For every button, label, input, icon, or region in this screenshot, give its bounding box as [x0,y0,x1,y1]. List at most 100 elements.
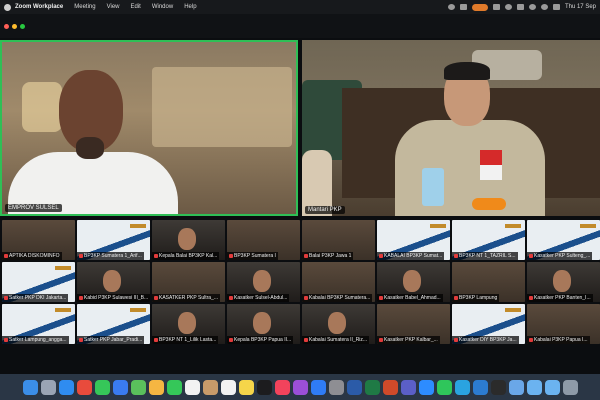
participant-tile[interactable]: Satker Lampung_angga... [2,304,75,344]
participant-tile[interactable]: BP3KP Sumatera 1_Arif... [77,220,150,260]
terminal-icon[interactable] [490,379,506,395]
podcasts-icon[interactable] [292,379,308,395]
calendar-icon[interactable] [184,379,200,395]
preview-icon[interactable] [508,379,524,395]
participant-tile[interactable]: Satker PKP DKI Jakarta... [2,262,75,302]
status-icon[interactable] [459,4,467,10]
mic-off-icon [79,254,83,258]
appstore-icon[interactable] [310,379,326,395]
downloads-icon[interactable] [544,379,560,395]
participant-tile[interactable]: BP3KP NT 1_Lilik Lasta... [152,304,225,344]
apple-icon[interactable] [4,3,11,11]
fruit [472,198,506,210]
chrome-icon[interactable] [76,379,92,395]
gallery-grid: APTIKA DISKOMINFO BP3KP Sumatera 1_Arif..… [0,220,600,344]
excel-icon[interactable] [364,379,380,395]
mic-off-icon [229,254,233,258]
finder-icon[interactable] [22,379,38,395]
status-icon[interactable] [447,4,455,10]
folder-icon[interactable] [526,379,542,395]
participant-name-label: BP3KP NT 1_TAZRIL S... [452,252,518,260]
zoom-icon[interactable] [418,379,434,395]
teams-icon[interactable] [400,379,416,395]
participant-tile[interactable]: Kasatker Babel_Ahmad... [377,262,450,302]
participant-name: Kasatker Sulsel-Abdul... [234,295,288,301]
participant-name: Satker Lampung_angga... [9,337,67,343]
menu-edit[interactable]: Edit [131,4,141,10]
participant-tile[interactable]: Kepala BP3KP Papua II... [227,304,300,344]
mic-off-icon [454,254,458,258]
participant-tile[interactable]: BP3KP Lampung [452,262,525,302]
participant-name-label: Kabid P3KP Sulawesi III_B... [77,294,150,302]
word-icon[interactable] [346,379,362,395]
mic-off-icon [154,296,158,300]
participant-tile[interactable]: APTIKA DISKOMINFO [2,220,75,260]
participant-tile[interactable]: Kabalai Sumatera II_Riz... [302,304,375,344]
mail-icon[interactable] [112,379,128,395]
search-icon[interactable] [540,4,548,10]
participant-name-label: Kabalai P3KP Papua I... [527,336,590,344]
fullscreen-window-button[interactable] [20,23,25,29]
tv-icon[interactable] [256,379,272,395]
clock[interactable]: Thu 17 Sep [565,4,596,10]
trash-icon[interactable] [562,379,578,395]
participant-tile[interactable]: Kasatker PKP Banten_I... [527,262,600,302]
maps-icon[interactable] [130,379,146,395]
water-bottles [422,168,444,206]
participant-tile[interactable]: KABALAI BP3KP Sumat... [377,220,450,260]
vscode-icon[interactable] [472,379,488,395]
menu-app-name[interactable]: Zoom Workplace [15,4,63,10]
settings-icon[interactable] [328,379,344,395]
participant-tile[interactable]: KASATKER PKP Sultra_... [152,262,225,302]
participant-tile[interactable]: Kasatker Sulsel-Abdul... [227,262,300,302]
speaker-tile[interactable]: Mantari PKP [302,40,600,216]
notes-icon[interactable] [238,379,254,395]
participant-tile[interactable]: Kepala Balai BP3KP Kal... [152,220,225,260]
participant-tile[interactable]: Satker PKP Jabar_Pradi... [77,304,150,344]
participant-tile[interactable]: Kasatker PKP Kalbar_... [377,304,450,344]
participant-name-label: APTIKA DISKOMINFO [2,252,62,260]
macos-menu-bar: Zoom Workplace Meeting View Edit Window … [0,0,600,14]
photos-icon[interactable] [148,379,164,395]
whatsapp-icon[interactable] [436,379,452,395]
participant-name: Satker PKP DKI Jakarta... [9,295,67,301]
mic-off-icon [304,296,308,300]
participant-tile[interactable]: Kabalai BP3KP Sumatera... [302,262,375,302]
menu-window[interactable]: Window [152,4,173,10]
participant-tile[interactable]: Balai P3KP Jawa 1 [302,220,375,260]
participant-name: Kabid P3KP Sulawesi III_B... [84,295,149,301]
participant-name: BP3KP NT 1_Lilik Lasta... [159,337,217,343]
participant-name-label: Kabalai BP3KP Sumatera... [302,294,373,302]
active-speaker-tile[interactable]: EMPROV SULSEL [0,40,298,216]
telegram-icon[interactable] [454,379,470,395]
participant-name-label: Kasatker PKP Kalbar_... [377,336,440,344]
participant-name-label: Kasatker PKP Banten_I... [527,294,593,302]
participant-tile[interactable]: BP3KP Sumatera I [227,220,300,260]
menu-view[interactable]: View [107,4,120,10]
facetime-icon[interactable] [166,379,182,395]
screen-recording-icon[interactable] [471,3,488,11]
status-icon[interactable] [504,4,512,10]
menu-meeting[interactable]: Meeting [74,4,95,10]
reminders-icon[interactable] [220,379,236,395]
close-window-button[interactable] [4,23,9,29]
minimize-window-button[interactable] [12,23,17,29]
launchpad-icon[interactable] [40,379,56,395]
control-center-icon[interactable] [552,4,560,10]
participant-tile[interactable]: BP3KP NT 1_TAZRIL S... [452,220,525,260]
wifi-icon[interactable] [528,4,536,10]
participant-tile[interactable]: Kasatker PKP Sulteng_... [527,220,600,260]
participant-tile[interactable]: Kabid P3KP Sulawesi III_B... [77,262,150,302]
music-icon[interactable] [274,379,290,395]
powerpoint-icon[interactable] [382,379,398,395]
status-icon[interactable] [492,4,500,10]
participant-tile[interactable]: Kasatker DIY BP3KP Ja... [452,304,525,344]
battery-icon[interactable] [516,4,524,10]
menu-help[interactable]: Help [184,4,196,10]
messages-icon[interactable] [94,379,110,395]
safari-icon[interactable] [58,379,74,395]
contacts-icon[interactable] [202,379,218,395]
mic-off-icon [454,296,458,300]
participant-tile[interactable]: Kabalai P3KP Papua I... [527,304,600,344]
indonesia-flag-icon [480,150,502,180]
